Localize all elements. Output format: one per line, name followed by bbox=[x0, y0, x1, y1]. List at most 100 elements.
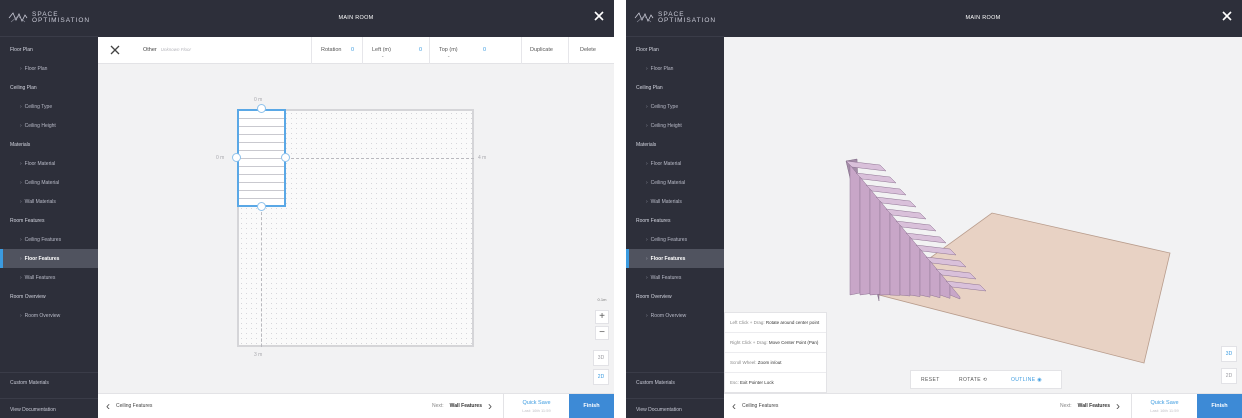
view-controls-bar: RESET ROTATE ⟲ OUTLINE ◉ bbox=[910, 370, 1062, 389]
floor-plan-canvas[interactable]: 0 m 0 m 4 m 3 m 0.1m + − 3D 2D bbox=[98, 64, 614, 393]
zoom-out-button[interactable]: − bbox=[595, 326, 609, 340]
control-hint: Esc: Exit Pointer Lock bbox=[725, 373, 826, 392]
selected-feature-name: Other Unknown Floor bbox=[143, 47, 191, 53]
height-guide-line bbox=[261, 207, 262, 347]
sidebar-item-wall-materials[interactable]: Wall Materials bbox=[0, 192, 98, 211]
logo-mark-icon bbox=[8, 12, 28, 23]
controls-help-panel: Left Click + Drag: Rotate around center … bbox=[724, 312, 827, 393]
chevron-left-icon: ‹ bbox=[732, 399, 736, 413]
sidebar-item-ceiling-plan: Ceiling Plan bbox=[636, 84, 663, 91]
sidebar-item-room-overview[interactable]: Room Overview bbox=[0, 306, 98, 325]
stairs-handle-left[interactable] bbox=[232, 153, 241, 162]
page-title: MAIN ROOM bbox=[965, 15, 1001, 21]
sidebar-item-floor-plan[interactable]: Floor Plan bbox=[626, 59, 724, 78]
control-hint-key: Left Click + Drag: bbox=[730, 320, 765, 325]
deselect-close-icon[interactable] bbox=[110, 45, 120, 55]
rotation-value[interactable]: 0 bbox=[351, 47, 354, 53]
finish-button[interactable]: Finish bbox=[569, 394, 614, 418]
control-hint: Left Click + Drag: Rotate around center … bbox=[725, 313, 826, 333]
stairs-handle-bottom[interactable] bbox=[257, 202, 266, 211]
stairs-handle-right[interactable] bbox=[281, 153, 290, 162]
sidebar-item-ceiling-material[interactable]: Ceiling Material bbox=[626, 173, 724, 192]
sidebar-item-ceiling-features[interactable]: Ceiling Features bbox=[626, 230, 724, 249]
previous-step-button[interactable]: ‹ Ceiling Features bbox=[732, 399, 779, 413]
sidebar-item-ceiling-height[interactable]: Ceiling Height bbox=[626, 116, 724, 135]
header-bar: MAIN ROOM bbox=[98, 0, 614, 37]
control-hint-key: Scroll Wheel: bbox=[730, 360, 757, 365]
sidebar-item-room-overview[interactable]: Room Overview bbox=[626, 306, 724, 325]
rotate-toggle-button[interactable]: ROTATE ⟲ bbox=[959, 377, 987, 383]
stairs-feature[interactable] bbox=[237, 109, 286, 207]
outline-toggle-button[interactable]: OUTLINE ◉ bbox=[1011, 377, 1042, 383]
view-2d-button[interactable]: 2D bbox=[1221, 368, 1237, 384]
sidebar-item-custom-materials[interactable]: Custom Materials bbox=[10, 380, 49, 386]
sidebar-item-floor-features[interactable]: Floor Features bbox=[0, 249, 98, 268]
sidebar: SPACE OPTIMISATION Floor Plan Floor Plan C… bbox=[626, 0, 724, 418]
sidebar-item-ceiling-features[interactable]: Ceiling Features bbox=[0, 230, 98, 249]
brand-logo[interactable]: SPACE OPTIMISATION bbox=[626, 0, 724, 37]
sidebar-item-materials: Materials bbox=[10, 141, 31, 148]
sidebar-item-ceiling-height[interactable]: Ceiling Height bbox=[0, 116, 98, 135]
sidebar-nav: Floor Plan Floor Plan Ceiling Plan Ceiling … bbox=[0, 40, 98, 325]
sidebar-item-floor-material[interactable]: Floor Material bbox=[0, 154, 98, 173]
reset-view-button[interactable]: RESET bbox=[921, 377, 940, 383]
next-step-button[interactable]: Next: Wall Features › bbox=[1060, 400, 1120, 412]
duplicate-button[interactable]: Duplicate bbox=[521, 37, 568, 64]
sidebar-item-wall-features[interactable]: Wall Features bbox=[0, 268, 98, 287]
stair-step bbox=[879, 200, 891, 296]
header-bar: MAIN ROOM bbox=[724, 0, 1242, 37]
quick-save-button[interactable]: Quick Save Last: 16th 11:59 bbox=[1131, 394, 1197, 418]
sidebar-item-ceiling-type[interactable]: Ceiling Type bbox=[0, 97, 98, 116]
room-3d-panel: SPACE OPTIMISATION Floor Plan Floor Plan C… bbox=[626, 0, 1242, 418]
control-hint-text: Move Center Point (Pan) bbox=[768, 340, 819, 345]
top-offset-value[interactable]: 0 bbox=[483, 47, 486, 53]
sidebar-item-view-documentation[interactable]: View Documentation bbox=[10, 407, 56, 413]
quick-save-button[interactable]: Quick Save Last: 16th 11:59 bbox=[503, 394, 569, 418]
sidebar-item-room-features: Room Features bbox=[10, 217, 45, 224]
delete-label: Delete bbox=[580, 47, 596, 53]
sidebar-divider bbox=[0, 372, 98, 373]
finish-button[interactable]: Finish bbox=[1197, 394, 1242, 418]
control-hint-text: Exit Pointer Lock bbox=[740, 380, 774, 385]
left-offset-field[interactable]: Left (m) ⌄ 0 bbox=[362, 37, 429, 64]
sidebar-item-custom-materials[interactable]: Custom Materials bbox=[636, 380, 675, 386]
sidebar-item-ceiling-type[interactable]: Ceiling Type bbox=[626, 97, 724, 116]
floor-plan-2d-panel: SPACE OPTIMISATION Floor Plan Floor Plan C… bbox=[0, 0, 614, 418]
top-offset-field[interactable]: Top (m) ⌄ 0 bbox=[429, 37, 493, 64]
screenshot-root: SPACE OPTIMISATION Floor Plan Floor Plan C… bbox=[0, 0, 1242, 418]
rotation-field[interactable]: Rotation 0 bbox=[311, 37, 362, 64]
control-hint-text: Rotate around center point bbox=[765, 320, 820, 325]
feature-toolbar: Other Unknown Floor Rotation 0 Left (m) ⌄… bbox=[98, 37, 614, 64]
zoom-in-button[interactable]: + bbox=[595, 310, 609, 324]
view-3d-button[interactable]: 3D bbox=[593, 350, 609, 366]
sidebar-item-floor-features[interactable]: Floor Features bbox=[626, 249, 724, 268]
left-dimension-label: 0 m bbox=[216, 155, 225, 161]
left-offset-chevron-icon[interactable]: ⌄ bbox=[381, 53, 384, 58]
next-step-label: Wall Features bbox=[449, 403, 482, 409]
page-title: MAIN ROOM bbox=[338, 15, 374, 21]
brand-logo[interactable]: SPACE OPTIMISATION bbox=[0, 0, 98, 37]
control-hint-key: Esc: bbox=[730, 380, 739, 385]
sidebar-item-floor-plan[interactable]: Floor Plan bbox=[0, 59, 98, 78]
close-icon[interactable] bbox=[592, 9, 606, 23]
sidebar-item-wall-materials[interactable]: Wall Materials bbox=[626, 192, 724, 211]
next-step-button[interactable]: Next: Wall Features › bbox=[432, 400, 492, 412]
view-3d-button[interactable]: 3D bbox=[1221, 346, 1237, 362]
control-hint: Scroll Wheel: Zoom in/out bbox=[725, 353, 826, 373]
sidebar-item-ceiling-material[interactable]: Ceiling Material bbox=[0, 173, 98, 192]
left-offset-value[interactable]: 0 bbox=[419, 47, 422, 53]
delete-button[interactable]: Delete bbox=[568, 37, 614, 64]
feature-subtype-hint: Unknown Floor bbox=[160, 47, 192, 52]
close-icon[interactable] bbox=[1220, 9, 1234, 23]
previous-step-label: Ceiling Features bbox=[742, 403, 779, 409]
top-offset-chevron-icon[interactable]: ⌄ bbox=[447, 53, 450, 58]
sidebar-item-wall-features[interactable]: Wall Features bbox=[626, 268, 724, 287]
room-3d-viewport[interactable]: Left Click + Drag: Rotate around center … bbox=[724, 37, 1242, 393]
previous-step-label: Ceiling Features bbox=[116, 403, 153, 409]
previous-step-button[interactable]: ‹ Ceiling Features bbox=[106, 400, 153, 412]
top-dimension-label: 0 m bbox=[254, 97, 263, 103]
sidebar-item-floor-material[interactable]: Floor Material bbox=[626, 154, 724, 173]
stairs-handle-top[interactable] bbox=[257, 104, 266, 113]
view-2d-button[interactable]: 2D bbox=[593, 369, 609, 385]
sidebar-item-view-documentation[interactable]: View Documentation bbox=[636, 407, 682, 413]
